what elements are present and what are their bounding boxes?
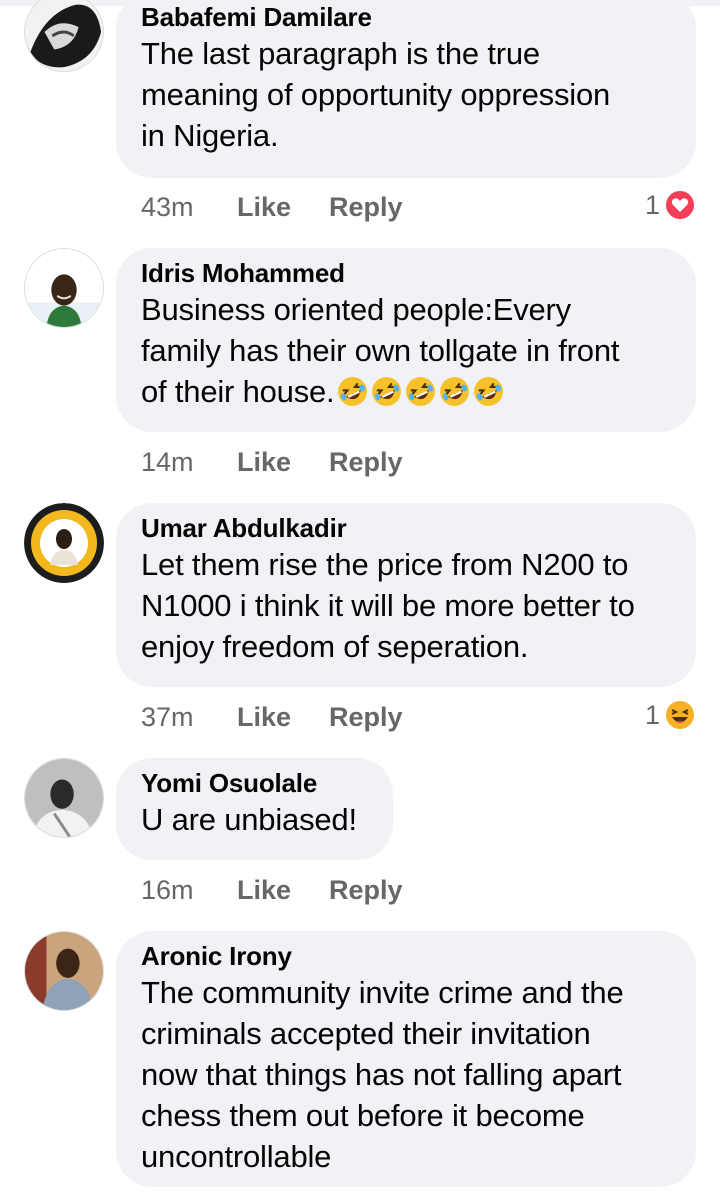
comment-time[interactable]: 43m [141, 192, 237, 223]
avatar[interactable] [24, 248, 104, 328]
comment-time[interactable]: 14m [141, 447, 237, 478]
comment-time[interactable]: 16m [141, 875, 237, 906]
comment-actions: 16m Like Reply [141, 870, 403, 910]
reaction-count: 1 [644, 189, 660, 220]
profile-photo-icon [25, 932, 103, 1010]
profile-photo-icon [25, 249, 103, 327]
like-button[interactable]: Like [237, 875, 329, 906]
comment-bubble: Yomi Osuolale U are unbiased! [116, 758, 393, 860]
comment-author[interactable]: Umar Abdulkadir [141, 512, 670, 544]
rolling-on-floor-laughing-emoji-icon [338, 377, 368, 406]
comment-bubble: Babafemi Damilare The last paragraph is … [116, 0, 696, 178]
reply-button[interactable]: Reply [329, 192, 403, 223]
emoji-run [336, 375, 505, 408]
like-button[interactable]: Like [237, 702, 329, 733]
profile-photo-icon [25, 759, 103, 837]
profile-photo-badge-icon [24, 503, 104, 583]
comment-text: Let them rise the price from N200 to N10… [141, 547, 635, 664]
comment-text: The community invite crime and the crimi… [141, 975, 624, 1174]
avatar[interactable] [24, 758, 104, 838]
comment-bubble: Idris Mohammed Business oriented people:… [116, 248, 696, 432]
comment-text: The last paragraph is the true meaning o… [141, 36, 611, 153]
avatar[interactable] [24, 931, 104, 1011]
comment-time[interactable]: 37m [141, 702, 237, 733]
like-button[interactable]: Like [237, 192, 329, 223]
avatar[interactable] [24, 0, 104, 72]
reply-button[interactable]: Reply [329, 702, 403, 733]
comment-bubble: Aronic Irony The community invite crime … [116, 931, 696, 1187]
comment-author[interactable]: Babafemi Damilare [141, 1, 670, 33]
reply-button[interactable]: Reply [329, 875, 403, 906]
comment-text: Business oriented people:Every family ha… [141, 289, 670, 412]
profile-photo-icon [25, 0, 103, 71]
comment-author[interactable]: Idris Mohammed [141, 257, 670, 289]
comment-author[interactable]: Aronic Irony [141, 940, 670, 972]
comment-actions: 14m Like Reply [141, 442, 403, 482]
comment-actions: 43m Like Reply [141, 187, 403, 227]
comment-text: U are unbiased! [141, 802, 357, 837]
comment-actions: 37m Like Reply [141, 697, 403, 737]
rolling-on-floor-laughing-emoji-icon [440, 377, 470, 406]
reaction-count: 1 [644, 699, 660, 730]
rolling-on-floor-laughing-emoji-icon [372, 377, 402, 406]
comment-author[interactable]: Yomi Osuolale [141, 767, 367, 799]
like-button[interactable]: Like [237, 447, 329, 478]
love-heart-icon [664, 189, 696, 221]
reaction-summary[interactable]: 1 [645, 695, 696, 735]
rolling-on-floor-laughing-emoji-icon [474, 377, 504, 406]
reply-button[interactable]: Reply [329, 447, 403, 478]
comment-bubble: Umar Abdulkadir Let them rise the price … [116, 503, 696, 687]
haha-laugh-icon [664, 699, 696, 731]
rolling-on-floor-laughing-emoji-icon [406, 377, 436, 406]
avatar[interactable] [24, 503, 104, 583]
reaction-summary[interactable]: 1 [645, 185, 696, 225]
